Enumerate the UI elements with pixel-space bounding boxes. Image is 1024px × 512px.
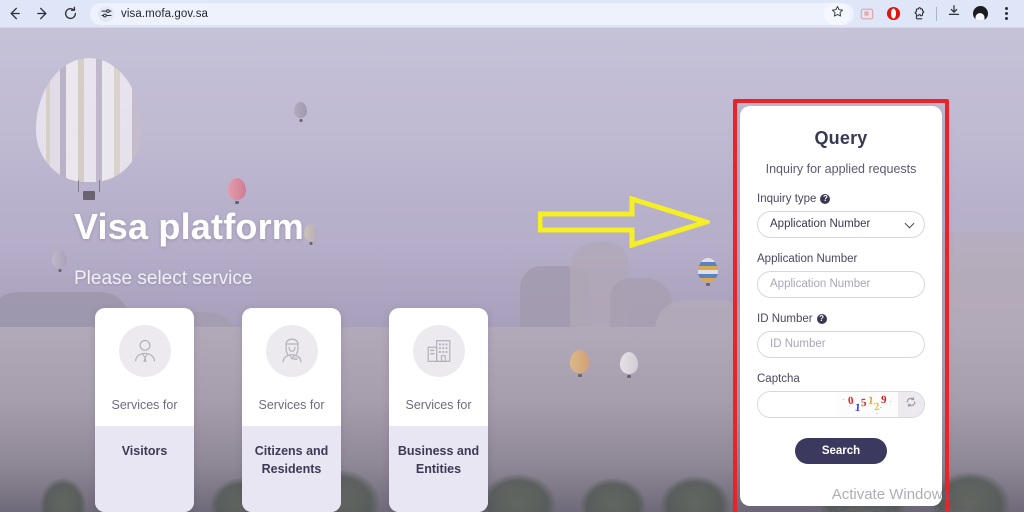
watermark-line-1: Activate Windows bbox=[831, 486, 951, 503]
service-card-top-label: Services for bbox=[405, 398, 472, 412]
inquiry-type-label-row: Inquiry type ? bbox=[757, 193, 925, 205]
service-card-name: Business and Entities bbox=[397, 444, 480, 477]
help-question-icon[interactable]: ? bbox=[820, 193, 831, 204]
chrome-menu-button[interactable] bbox=[993, 0, 1019, 28]
service-card-top-label: Services for bbox=[111, 398, 178, 412]
captcha-char: 0 bbox=[847, 395, 855, 408]
inquiry-type-field: Inquiry type ? Application Number bbox=[757, 193, 925, 238]
query-subtitle: Inquiry for applied requests bbox=[765, 162, 917, 176]
hot-air-balloon-pink-3 bbox=[620, 352, 638, 378]
reload-icon bbox=[63, 6, 78, 21]
captcha-image: 015129 bbox=[836, 391, 898, 417]
application-number-label-row: Application Number bbox=[757, 253, 925, 265]
application-number-input[interactable]: Application Number bbox=[757, 270, 925, 298]
service-cards: Services for Visitors Services for Citiz… bbox=[95, 308, 488, 512]
star-icon bbox=[831, 5, 844, 23]
businessman-icon bbox=[118, 325, 171, 377]
inquiry-type-label: Inquiry type bbox=[757, 192, 817, 205]
windows-activation-watermark: Activate Windows Go to Settings to activ… bbox=[808, 486, 974, 512]
yellow-right-arrow-icon bbox=[537, 194, 715, 255]
saudi-citizen-icon bbox=[265, 325, 318, 377]
captcha-row: 015129 bbox=[757, 390, 925, 418]
download-icon bbox=[947, 4, 961, 23]
bookmark-button[interactable] bbox=[824, 2, 850, 25]
captcha-code-text: 015129 bbox=[847, 394, 886, 414]
url-text[interactable]: visa.mofa.gov.sa bbox=[121, 8, 208, 20]
office-building-icon bbox=[412, 325, 465, 377]
chevron-down-icon bbox=[904, 218, 915, 229]
puzzle-extensions-icon[interactable] bbox=[906, 0, 932, 28]
id-number-label: ID Number bbox=[757, 312, 813, 325]
service-card-footer[interactable]: Business and Entities bbox=[389, 426, 488, 512]
service-card-top-label: Services for bbox=[258, 398, 325, 412]
hot-air-balloon-pink-2 bbox=[570, 350, 589, 377]
refresh-captcha-button[interactable] bbox=[898, 391, 924, 417]
forward-button[interactable] bbox=[28, 0, 56, 28]
back-button[interactable] bbox=[0, 0, 28, 28]
service-card-name: Citizens and Residents bbox=[254, 444, 329, 477]
toolbar-actions bbox=[854, 0, 1023, 28]
watermark-line-2: Go to Settings to activate Windows. bbox=[808, 506, 974, 512]
hot-air-balloon-large bbox=[36, 58, 142, 200]
forward-arrow-icon bbox=[35, 6, 50, 21]
service-card-name: Visitors bbox=[121, 444, 168, 458]
service-card-visitors[interactable]: Services for Visitors bbox=[95, 308, 194, 512]
opera-vpn-icon[interactable] bbox=[880, 0, 906, 28]
service-card-footer[interactable]: Visitors bbox=[95, 426, 194, 512]
captcha-label: Captcha bbox=[757, 372, 800, 385]
inquiry-type-selected-value: Application Number bbox=[770, 218, 871, 231]
hot-air-balloon-pink-1 bbox=[228, 178, 246, 204]
captcha-char: 1 bbox=[854, 402, 861, 415]
search-button[interactable]: Search bbox=[795, 437, 887, 464]
captcha-input[interactable] bbox=[758, 391, 836, 417]
page-title: Visa platform bbox=[74, 206, 305, 247]
reload-button[interactable] bbox=[56, 0, 84, 28]
download-button[interactable] bbox=[941, 0, 967, 28]
hot-air-balloon-small-2 bbox=[304, 224, 318, 245]
hot-air-balloon-striped bbox=[698, 258, 718, 286]
profile-avatar-icon bbox=[972, 6, 988, 21]
inquiry-type-select[interactable]: Application Number bbox=[757, 210, 925, 238]
id-number-field: ID Number ? ID Number bbox=[757, 313, 925, 358]
application-number-field: Application Number Application Number bbox=[757, 253, 925, 298]
captcha-char: 9 bbox=[880, 394, 887, 407]
screenshot-extension-icon[interactable] bbox=[854, 0, 880, 28]
hot-air-balloon-small-1 bbox=[294, 102, 307, 122]
id-number-label-row: ID Number ? bbox=[757, 313, 925, 325]
three-dot-menu-icon bbox=[1004, 7, 1008, 20]
tune-sliders-icon[interactable] bbox=[98, 5, 114, 22]
page-viewport: Visa platform Please select service Serv… bbox=[0, 28, 1024, 512]
query-title: Query bbox=[814, 128, 868, 148]
refresh-captcha-icon bbox=[905, 395, 917, 413]
screenshot-root: visa.mofa.gov.sa Visa platform Please se… bbox=[0, 0, 1024, 512]
captcha-char: 2 bbox=[873, 401, 881, 414]
captcha-char: 5 bbox=[860, 397, 867, 410]
page-subtitle: Please select service bbox=[74, 268, 253, 289]
service-card-business-entities[interactable]: Services for Business and Entities bbox=[389, 308, 488, 512]
hot-air-balloon-small-3 bbox=[52, 250, 67, 272]
captcha-label-row: Captcha bbox=[757, 373, 925, 385]
profile-button[interactable] bbox=[967, 0, 993, 28]
address-bar[interactable]: visa.mofa.gov.sa bbox=[90, 2, 854, 25]
id-number-input[interactable]: ID Number bbox=[757, 330, 925, 358]
application-number-label: Application Number bbox=[757, 252, 858, 265]
browser-toolbar: visa.mofa.gov.sa bbox=[0, 0, 1024, 28]
back-arrow-icon bbox=[7, 6, 22, 21]
service-card-citizens-residents[interactable]: Services for Citizens and Residents bbox=[242, 308, 341, 512]
toolbar-divider bbox=[936, 6, 937, 21]
service-card-footer[interactable]: Citizens and Residents bbox=[242, 426, 341, 512]
captcha-field: Captcha 015129 bbox=[757, 373, 925, 418]
query-panel: Query Inquiry for applied requests Inqui… bbox=[740, 106, 942, 506]
help-question-icon[interactable]: ? bbox=[816, 313, 827, 324]
